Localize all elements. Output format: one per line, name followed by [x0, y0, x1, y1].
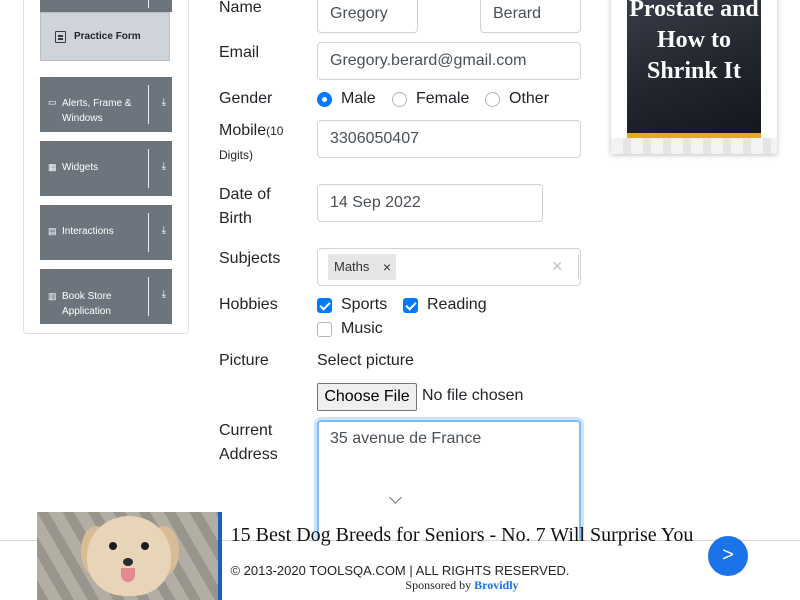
gender-other-radio[interactable]: [485, 92, 500, 107]
form-icon: [55, 31, 66, 43]
divider: [578, 255, 579, 279]
dog-head: [87, 516, 171, 596]
sidebar-group-interactions[interactable]: ▤ Interactions ⤓: [40, 205, 172, 260]
hobby-sports-checkbox[interactable]: [317, 298, 332, 313]
dob-input[interactable]: 14 Sep 2022: [317, 184, 543, 222]
download-arrow-icon[interactable]: ⤓: [162, 97, 166, 108]
chip-remove-icon[interactable]: ×: [377, 254, 397, 280]
dog-eye: [109, 542, 117, 550]
hobbies-label: Hobbies: [219, 296, 278, 313]
address-label: Current Address: [219, 419, 278, 467]
sidebar-group-label: Widgets: [62, 162, 99, 173]
divider: [148, 213, 149, 252]
sidebar-group-label: Book Store Application: [62, 291, 112, 317]
picture-prompt: Select picture: [317, 352, 414, 369]
interactions-icon: ▤: [48, 226, 57, 236]
sponsored-by-text: Sponsored by: [405, 578, 472, 592]
ad-banner-title[interactable]: 15 Best Dog Breeds for Seniors - No. 7 W…: [222, 523, 702, 548]
name-label: Name: [219, 0, 262, 16]
gender-male-label[interactable]: Male: [341, 89, 376, 109]
ad-headline[interactable]: Prostate and How to Shrink It: [627, 0, 761, 87]
sidebar-group-label: Alerts, Frame & Windows: [62, 98, 132, 124]
gender-female-label[interactable]: Female: [416, 89, 469, 109]
hobby-sports-label[interactable]: Sports: [341, 295, 387, 315]
sidebar-item-label: Practice Form: [74, 31, 141, 42]
download-arrow-icon[interactable]: ⤓: [162, 225, 166, 236]
hobby-music-checkbox[interactable]: [317, 322, 332, 337]
ad-image-decor: [611, 138, 777, 154]
email-label: Email: [219, 44, 260, 61]
subject-chip-label: Maths: [334, 259, 370, 274]
dog-eye: [141, 542, 149, 550]
hobby-reading-label[interactable]: Reading: [427, 295, 487, 315]
ad-dog-image[interactable]: [37, 512, 219, 600]
subjects-label: Subjects: [219, 250, 281, 267]
next-arrow-button[interactable]: >: [708, 536, 748, 576]
widgets-icon: ▦: [48, 162, 57, 172]
ad-sponsor-line: Sponsored by Brovidly: [222, 578, 702, 593]
sidebar-group-alerts[interactable]: ▭ Alerts, Frame & Windows ⤓: [40, 77, 172, 132]
dog-tongue: [121, 568, 135, 582]
dob-label-line2: Birth: [219, 210, 252, 227]
choose-file-button[interactable]: Choose File: [317, 383, 417, 411]
mobile-label-text: Mobile: [219, 122, 267, 139]
divider: [148, 149, 149, 188]
mobile-label: Mobile(10 Digits): [219, 119, 309, 167]
ad-image[interactable]: Prostate and How to Shrink It: [627, 0, 761, 138]
divider: [148, 85, 149, 124]
address-label-line2: Address: [219, 446, 278, 463]
dog-nose: [123, 558, 133, 566]
picture-label: Picture: [219, 352, 269, 369]
address-label-line1: Current: [219, 422, 273, 439]
sidebar-group-book-store[interactable]: ▥ Book Store Application ⤓: [40, 269, 172, 324]
sidebar-group-label: Interactions: [62, 226, 114, 237]
clear-icon[interactable]: ×: [552, 256, 563, 277]
sidebar-group-widgets[interactable]: ▦ Widgets ⤓: [40, 141, 172, 196]
sponsor-brand-link[interactable]: Brovidly: [474, 578, 518, 592]
gender-other-label[interactable]: Other: [509, 89, 549, 109]
hobby-reading-checkbox[interactable]: [403, 298, 418, 313]
dob-label-line1: Date of: [219, 186, 271, 203]
sidebar-item-practice-form[interactable]: Practice Form: [40, 12, 170, 61]
gender-label: Gender: [219, 90, 273, 107]
dob-label: Date of Birth: [219, 183, 271, 231]
gender-male-radio[interactable]: [317, 92, 332, 107]
download-arrow-icon[interactable]: ⤓: [162, 161, 166, 172]
last-name-input[interactable]: Berard: [480, 0, 581, 33]
email-input[interactable]: Gregory.berard@gmail.com: [317, 42, 581, 80]
sidebar-group-partial[interactable]: [40, 0, 172, 12]
book-icon: ▥: [48, 291, 57, 301]
file-status: No file chosen: [422, 387, 524, 404]
subject-chip: Maths ×: [328, 254, 396, 280]
gender-female-radio[interactable]: [392, 92, 407, 107]
download-arrow-icon[interactable]: ⤓: [162, 289, 166, 300]
hobby-music-label[interactable]: Music: [341, 319, 383, 339]
divider: [148, 277, 149, 316]
first-name-input[interactable]: Gregory: [317, 0, 418, 33]
window-icon: ▭: [48, 97, 57, 107]
mobile-input[interactable]: 3306050407: [317, 120, 581, 158]
divider: [148, 0, 149, 8]
